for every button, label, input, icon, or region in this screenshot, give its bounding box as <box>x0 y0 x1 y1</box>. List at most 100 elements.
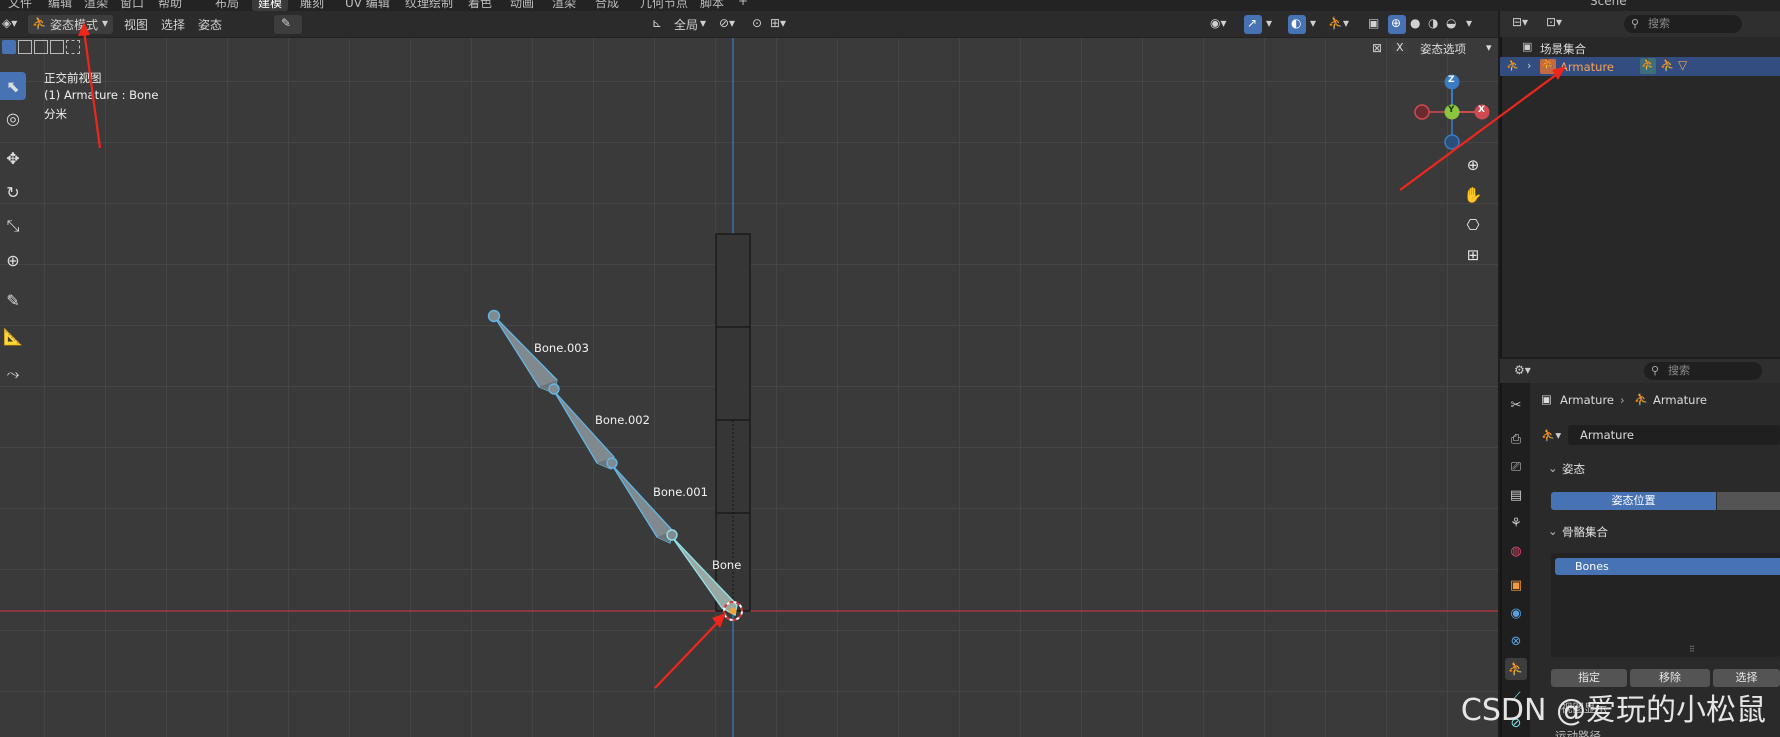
select-box-icon[interactable]: ⬉ <box>0 72 26 100</box>
menu-render[interactable]: 渲染 <box>84 0 108 11</box>
workspace-tab-scripting[interactable]: 脚本 <box>700 0 724 11</box>
data-name-field[interactable]: Armature <box>1568 425 1780 445</box>
constraints-tab-icon[interactable]: ⊗ <box>1505 630 1527 652</box>
xray-icon[interactable]: ▣ <box>1368 16 1379 30</box>
rendered-shading-icon[interactable]: ◒ <box>1446 16 1456 30</box>
bone-collection-item[interactable]: Bones <box>1555 558 1780 575</box>
select-extend-icon[interactable] <box>18 40 32 54</box>
gizmo-z-label: Z <box>1448 75 1455 85</box>
outliner-search-input[interactable]: ⚲ 搜索 <box>1624 15 1742 33</box>
breadcrumb-data: Armature <box>1653 393 1707 407</box>
x-mirror-toggle[interactable]: X <box>1392 41 1408 54</box>
transform-orientation[interactable]: 全局 <box>674 16 698 33</box>
overlay-icon: ◐ <box>1291 16 1302 30</box>
solid-shading-icon[interactable]: ● <box>1410 16 1420 30</box>
view-layer-tab-icon[interactable]: ▤ <box>1505 484 1527 506</box>
chevron-down-icon[interactable]: ▾ <box>1466 16 1472 30</box>
cursor-icon[interactable]: ◎ <box>0 104 26 132</box>
display-mode-icon[interactable]: ⊡▾ <box>1546 15 1562 29</box>
armature-data-icon[interactable]: ⛹ <box>1640 58 1656 74</box>
menu-window[interactable]: 窗口 <box>120 0 144 11</box>
measure-icon[interactable]: 📐 <box>0 322 26 350</box>
add-workspace-icon[interactable]: + <box>738 0 748 8</box>
properties-type-icon[interactable]: ⚙▾ <box>1514 363 1531 377</box>
pose-icon[interactable]: ⛹ <box>1660 58 1675 72</box>
scene-tab-icon[interactable]: ⚘ <box>1505 512 1527 534</box>
panel-bone-collections-header[interactable]: ⌄ 骨骼集合 <box>1540 521 1780 543</box>
menu-file[interactable]: 文件 <box>8 0 32 11</box>
menu-view[interactable]: 视图 <box>124 16 148 33</box>
menu-help[interactable]: 帮助 <box>158 0 182 11</box>
menu-pose[interactable]: 姿态 <box>198 16 222 33</box>
pivot-icon[interactable]: ⊘▾ <box>719 16 735 30</box>
expand-arrow-icon[interactable]: › <box>1527 59 1531 72</box>
menu-edit[interactable]: 编辑 <box>48 0 72 11</box>
workspace-tab-rendering[interactable]: 渲染 <box>552 0 576 11</box>
scene-selector[interactable]: Scene <box>1590 0 1627 8</box>
bone-001 <box>611 464 674 544</box>
bone-collections-list[interactable]: Bones ⠿ <box>1551 553 1780 657</box>
armature-data-icon[interactable]: ⛹▾ <box>1541 428 1561 442</box>
annotate-icon[interactable]: ✎ <box>0 286 26 314</box>
select-invert-icon[interactable] <box>50 40 64 54</box>
chevron-down-icon: ▾ <box>1310 16 1317 30</box>
visibility-icon[interactable]: ◉▾ <box>1210 16 1227 30</box>
move-icon[interactable]: ✥ <box>0 144 26 172</box>
outliner-type-icon[interactable]: ⊟▾ <box>1512 15 1528 29</box>
workspace-tab-uv[interactable]: UV 编辑 <box>345 0 390 11</box>
properties-search-input[interactable]: ⚲ 搜索 <box>1644 362 1762 380</box>
panel-pose-header[interactable]: ⌄ 姿态 <box>1540 458 1780 480</box>
pose-options-dropdown[interactable]: 姿态选项 <box>1420 41 1466 57</box>
world-tab-icon[interactable]: ◍ <box>1505 540 1527 562</box>
workspace-tab-layout[interactable]: 布局 <box>215 0 239 11</box>
workspace-tab-animation[interactable]: 动画 <box>510 0 534 11</box>
collection-icon: ▣ <box>1522 40 1533 53</box>
panel-bone-collections-title: 骨骼集合 <box>1562 525 1608 539</box>
select-new-icon[interactable] <box>2 40 16 54</box>
bone-overlay-icon[interactable]: ⛹▾ <box>1328 16 1349 30</box>
modifiers-tab-icon[interactable]: ◉ <box>1505 602 1527 624</box>
panel-motion-paths-header[interactable]: 运动路径 <box>1555 728 1601 737</box>
scale-icon[interactable]: ⤡ <box>0 212 26 240</box>
workspace-tab-compositing[interactable]: 合成 <box>595 0 619 11</box>
workspace-tab-sculpt[interactable]: 雕刻 <box>300 0 324 11</box>
outliner-row-armature[interactable]: ⛹ › ⛹ Armature ⛹ ⛹ ▽ <box>1500 57 1780 76</box>
unit-label: 分米 <box>44 107 67 121</box>
select-subtract-icon[interactable] <box>34 40 48 54</box>
menu-select[interactable]: 选择 <box>161 16 185 33</box>
editor-type-icon[interactable]: ◈▾ <box>2 16 17 30</box>
workspace-tab-texture-paint[interactable]: 纹理绘制 <box>405 0 453 11</box>
camera-icon[interactable]: ⎔ <box>1460 212 1486 238</box>
select-intersect-icon[interactable] <box>66 40 80 54</box>
resize-grip-icon[interactable]: ⠿ <box>1689 645 1695 654</box>
output-tab-icon[interactable]: ⎚ <box>1505 456 1527 478</box>
bone-002 <box>553 390 615 470</box>
3d-viewport[interactable]: Bone.003 Bone.002 Bone.001 Bone <box>0 11 1498 737</box>
mirror-icon[interactable]: ⊠ <box>1372 41 1382 55</box>
pose-position-button[interactable]: 姿态位置 <box>1551 492 1716 510</box>
render-tab-icon[interactable]: ⎙ <box>1505 428 1527 450</box>
chevron-down-icon: ▾ <box>102 16 109 30</box>
transform-icon[interactable]: ⊕ <box>0 246 26 274</box>
workspace-tab-shading[interactable]: 着色 <box>468 0 492 11</box>
pan-hand-icon[interactable]: ✋ <box>1460 182 1486 208</box>
workspace-tab-geometry-nodes[interactable]: 几何节点 <box>640 0 688 11</box>
armature-label: Armature <box>1560 60 1614 74</box>
tool-tab-icon[interactable]: ✂ <box>1505 394 1527 416</box>
snap-icon[interactable]: ⊙ <box>752 16 762 30</box>
properties-header: ⚙▾ ⚲ 搜索 <box>1500 359 1780 383</box>
proportional-edit-icon[interactable]: ⊞▾ <box>770 16 786 30</box>
workspace-tab-modeling[interactable]: 建模 <box>252 0 289 11</box>
outliner-row-scene-collection[interactable]: ▣ 场景集合 <box>1500 38 1780 57</box>
material-shading-icon[interactable]: ◑ <box>1428 16 1438 30</box>
pose-relax-icon[interactable]: ⤳ <box>0 360 26 388</box>
modifier-icon[interactable]: ▽ <box>1678 58 1687 72</box>
object-tab-icon[interactable]: ▣ <box>1505 574 1527 596</box>
chevron-down-icon: ▾ <box>1266 16 1273 30</box>
bone-label: Bone <box>712 558 742 572</box>
grid-view-icon[interactable]: ⊞ <box>1460 242 1486 268</box>
armature-data-tab-icon[interactable]: ⛹ <box>1505 658 1527 680</box>
zoom-icon[interactable]: ⊕ <box>1460 152 1486 178</box>
rest-position-button[interactable] <box>1717 492 1780 510</box>
rotate-icon[interactable]: ↻ <box>0 178 26 206</box>
